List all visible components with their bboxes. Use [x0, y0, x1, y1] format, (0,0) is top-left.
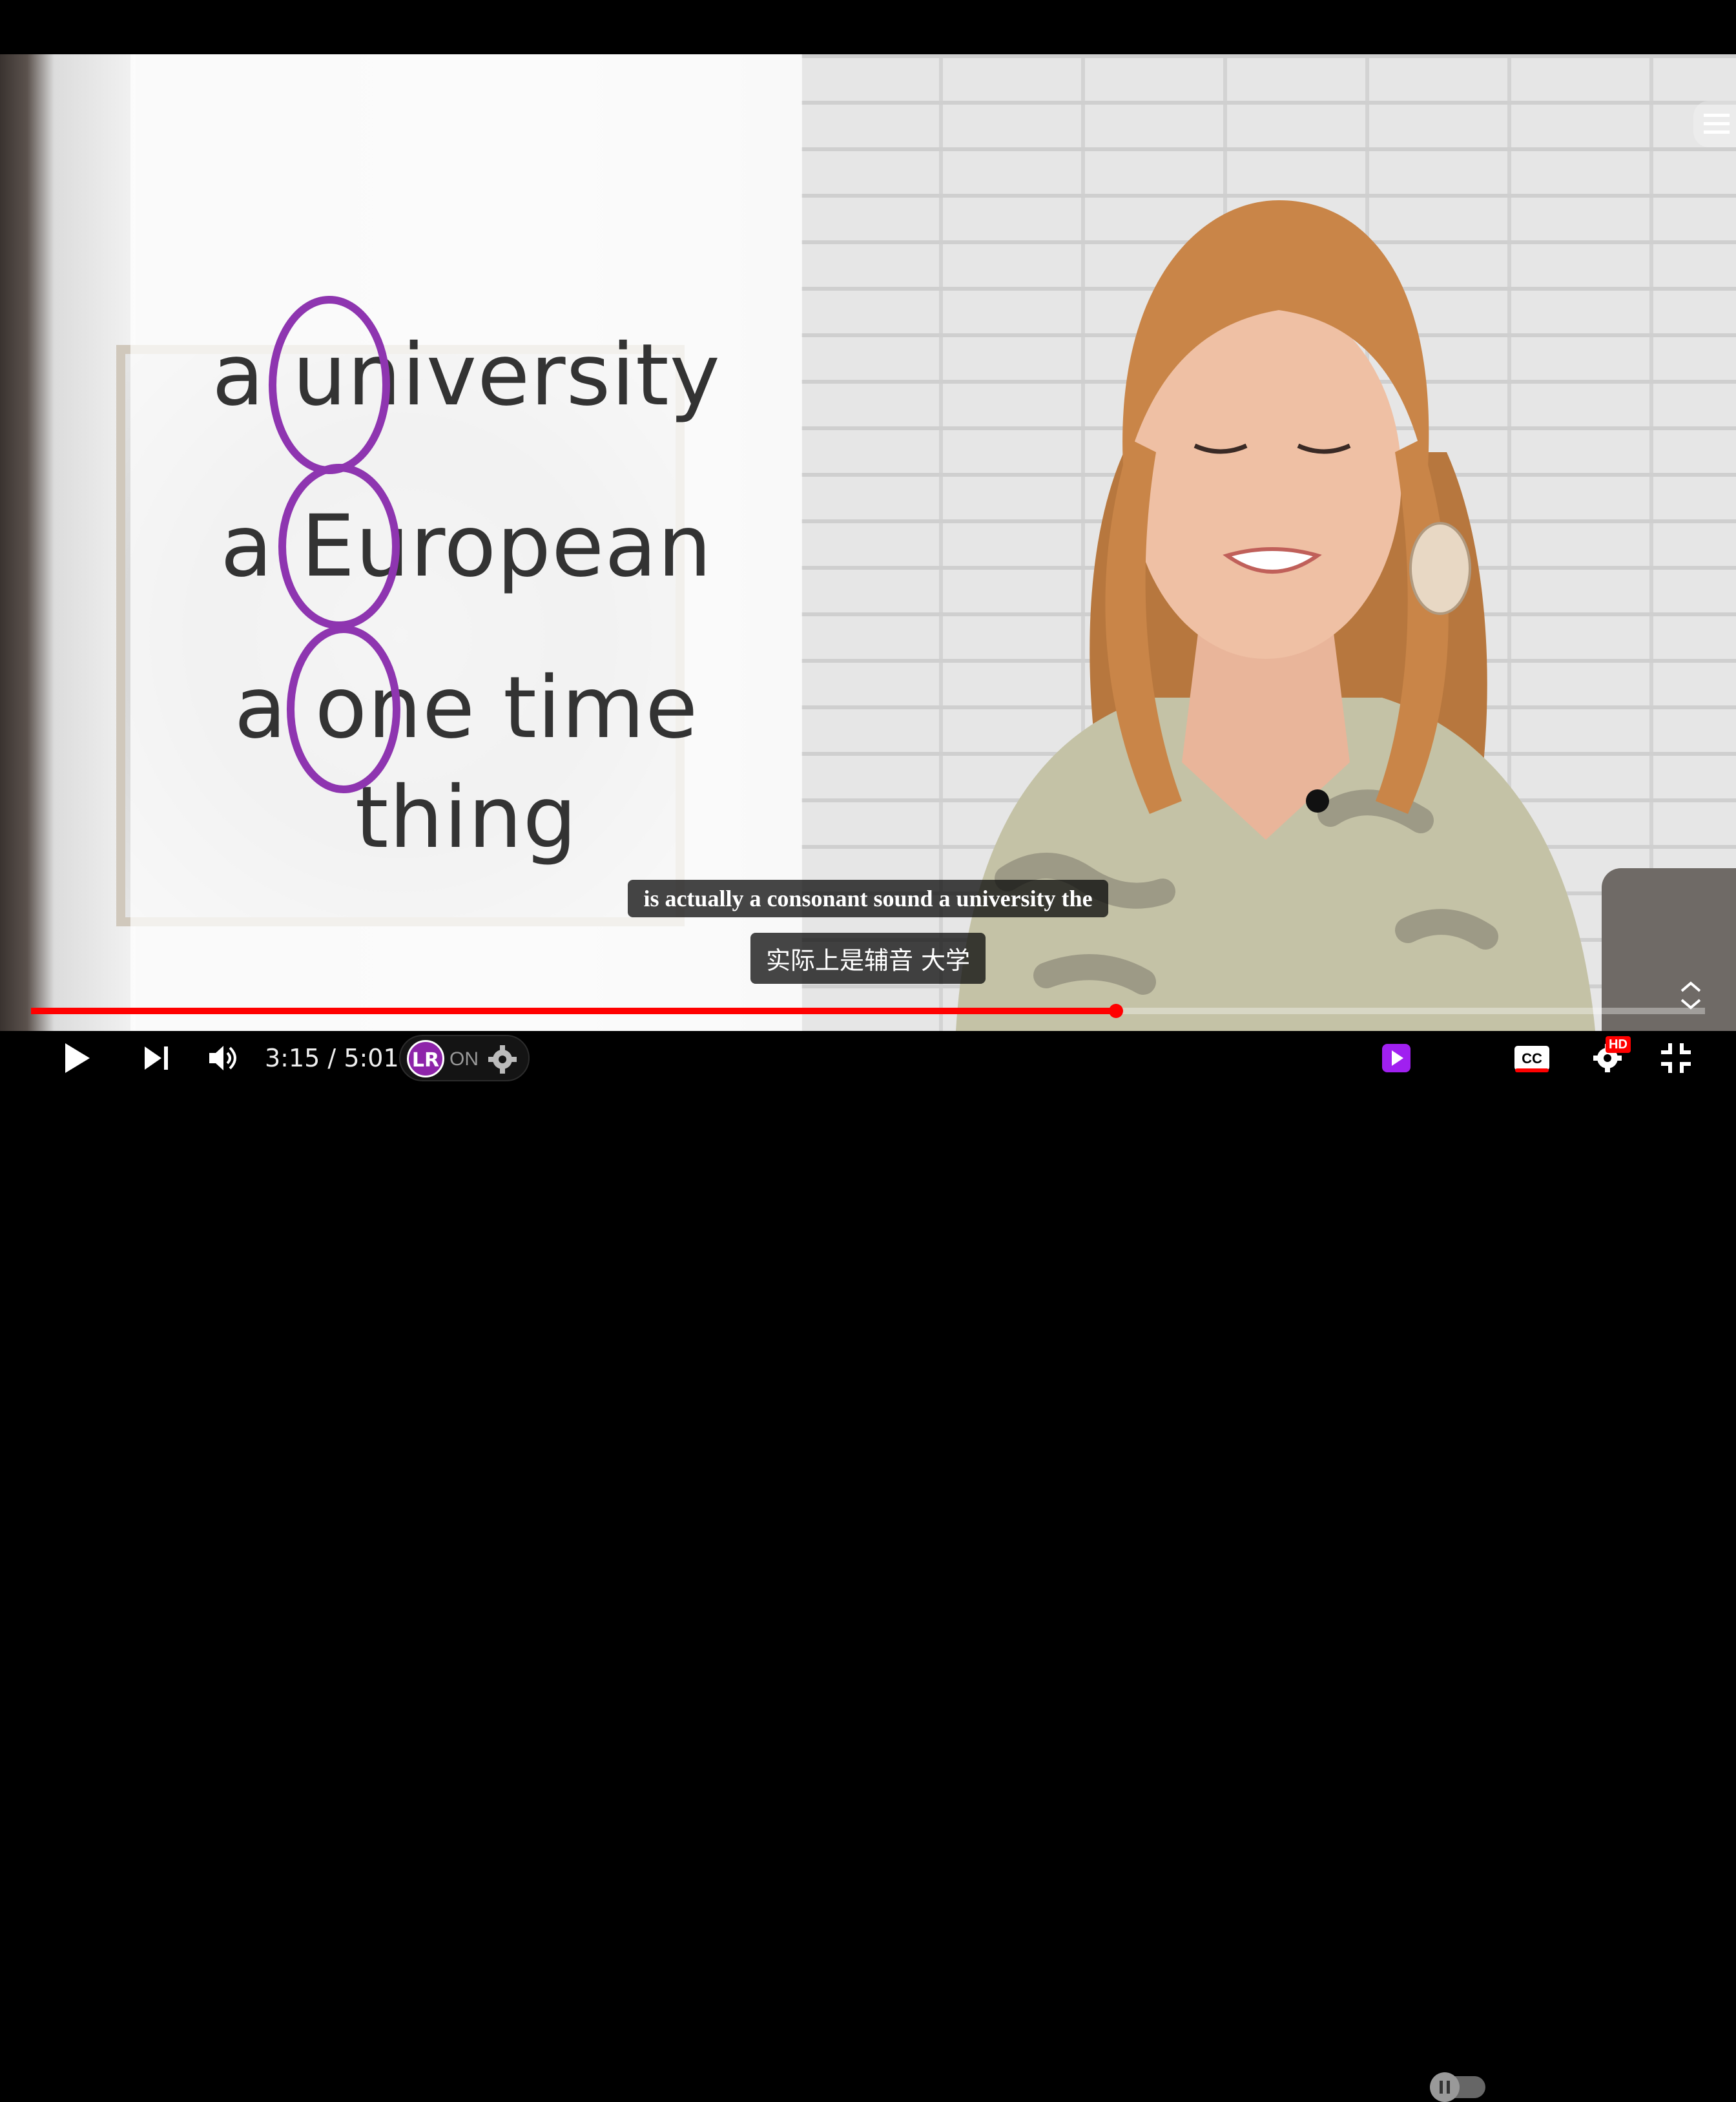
svg-text:CC: CC — [1522, 1050, 1542, 1067]
left-doorframe — [0, 54, 136, 1031]
time-display: 3:15 / 5:01 — [265, 1031, 399, 1085]
time-current: 3:15 — [265, 1044, 320, 1072]
presenter-microphone — [1306, 789, 1329, 813]
presenter-figure — [956, 200, 1595, 1031]
progress-scrubber[interactable] — [1108, 1004, 1123, 1018]
cc-active-indicator — [1515, 1068, 1549, 1072]
autoplay-toggle[interactable] — [1430, 2072, 1485, 2102]
autoplay-knob — [1430, 2072, 1460, 2102]
video-frame[interactable]: a university a European a one time thing — [0, 54, 1736, 1031]
lesson-line-1: a university — [212, 326, 721, 425]
cc-button[interactable]: CC — [1511, 1031, 1553, 1085]
exit-fullscreen-button[interactable] — [1653, 1031, 1699, 1085]
cc-icon: CC — [1514, 1046, 1549, 1070]
miniplayer-button[interactable] — [1378, 1031, 1414, 1085]
language-reactor-toggle[interactable]: LR ON — [399, 1035, 530, 1081]
language-reactor-state: ON — [450, 1048, 479, 1070]
hd-badge: HD — [1606, 1036, 1631, 1053]
presenter-earring — [1409, 522, 1471, 615]
time-separator: / — [320, 1044, 344, 1072]
exit-fullscreen-icon — [1661, 1043, 1691, 1073]
top-letterbox — [0, 0, 1736, 54]
lesson-line-4: thing — [355, 768, 578, 868]
volume-button[interactable] — [202, 1031, 245, 1085]
progress-bar[interactable] — [31, 1004, 1705, 1018]
progress-played — [31, 1008, 1116, 1014]
volume-icon — [209, 1046, 236, 1070]
lesson-line-2: a European — [220, 497, 712, 596]
menu-button[interactable] — [1693, 101, 1736, 147]
miniplayer-icon — [1382, 1044, 1410, 1072]
lesson-line-3: a one time — [234, 658, 699, 758]
time-total: 5:01 — [344, 1044, 399, 1072]
play-icon — [65, 1043, 90, 1073]
settings-icon[interactable] — [487, 1044, 518, 1075]
pause-icon — [1440, 2081, 1450, 2094]
language-reactor-logo: LR — [407, 1040, 444, 1077]
menu-icon — [1704, 114, 1730, 134]
play-button[interactable] — [52, 1031, 102, 1085]
lesson-text-panel: a university a European a one time thing — [130, 54, 802, 1031]
player-controls: 3:15 / 5:01 LR ON CC — [0, 1031, 1736, 2102]
next-icon — [145, 1046, 168, 1070]
next-button[interactable] — [132, 1031, 181, 1085]
